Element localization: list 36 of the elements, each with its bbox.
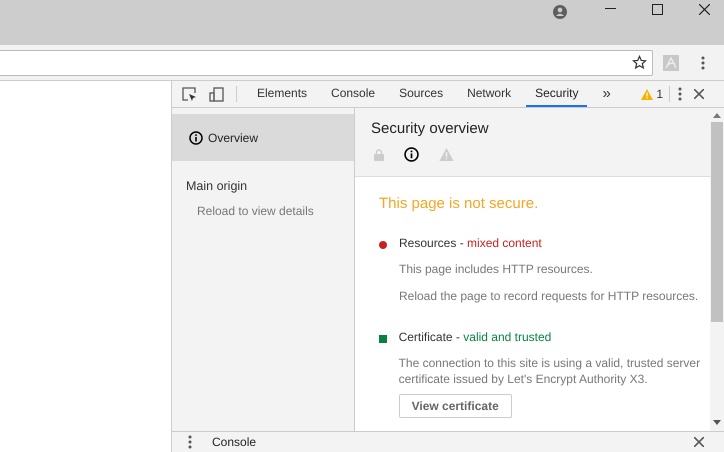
scroll-up-icon[interactable] — [713, 113, 721, 118]
scroll-down-icon[interactable] — [713, 420, 721, 425]
section-title: Main origin — [186, 179, 248, 193]
security-summary: This page is not secure. — [379, 195, 540, 212]
warning-icon — [641, 88, 654, 100]
address-field[interactable] — [0, 50, 653, 76]
profile-icon[interactable] — [553, 5, 567, 19]
explanation-text: Reload the page to record requests for HTTP resources. — [399, 288, 698, 304]
more-tabs-button[interactable]: » — [593, 81, 620, 107]
devtools-tab[interactable]: Sources — [390, 81, 452, 107]
maximize-icon[interactable] — [652, 4, 663, 14]
explanation-title: Certificate - valid and trusted — [398, 330, 552, 344]
close-icon[interactable] — [694, 89, 704, 99]
explanation-text: The connection to this site is using a valid, trusted server certificate issued by Let's Encrypt Authority X3. — [398, 355, 702, 387]
menu-icon[interactable] — [188, 435, 192, 449]
minimize-icon[interactable] — [605, 8, 616, 10]
section-note: Reload to view details — [197, 204, 315, 218]
device-icon[interactable] — [209, 86, 224, 102]
explanation-title: Resources - mixed content — [399, 236, 543, 250]
devtools-tab[interactable]: Elements — [248, 81, 316, 107]
menu-icon[interactable] — [701, 56, 705, 70]
info-icon — [189, 130, 203, 144]
close-icon[interactable] — [694, 437, 704, 447]
menu-icon[interactable] — [678, 87, 682, 101]
overview-title: Security overview — [371, 120, 490, 137]
devtools-tab[interactable]: Network — [458, 81, 520, 107]
devtools-tab[interactable]: Security — [526, 81, 588, 107]
drawer-tab[interactable]: Console — [212, 435, 256, 449]
sidebar-item[interactable]: Overview — [172, 114, 354, 161]
warning-count[interactable]: 1 — [656, 87, 663, 101]
explanation-text: This page includes HTTP resources. — [399, 261, 594, 277]
view-certificate-button[interactable]: View certificate — [398, 394, 512, 418]
inspect-icon[interactable] — [182, 86, 197, 102]
devtools-tab[interactable]: Console — [322, 81, 384, 107]
star-icon[interactable] — [632, 55, 647, 70]
close-icon[interactable] — [699, 4, 710, 14]
